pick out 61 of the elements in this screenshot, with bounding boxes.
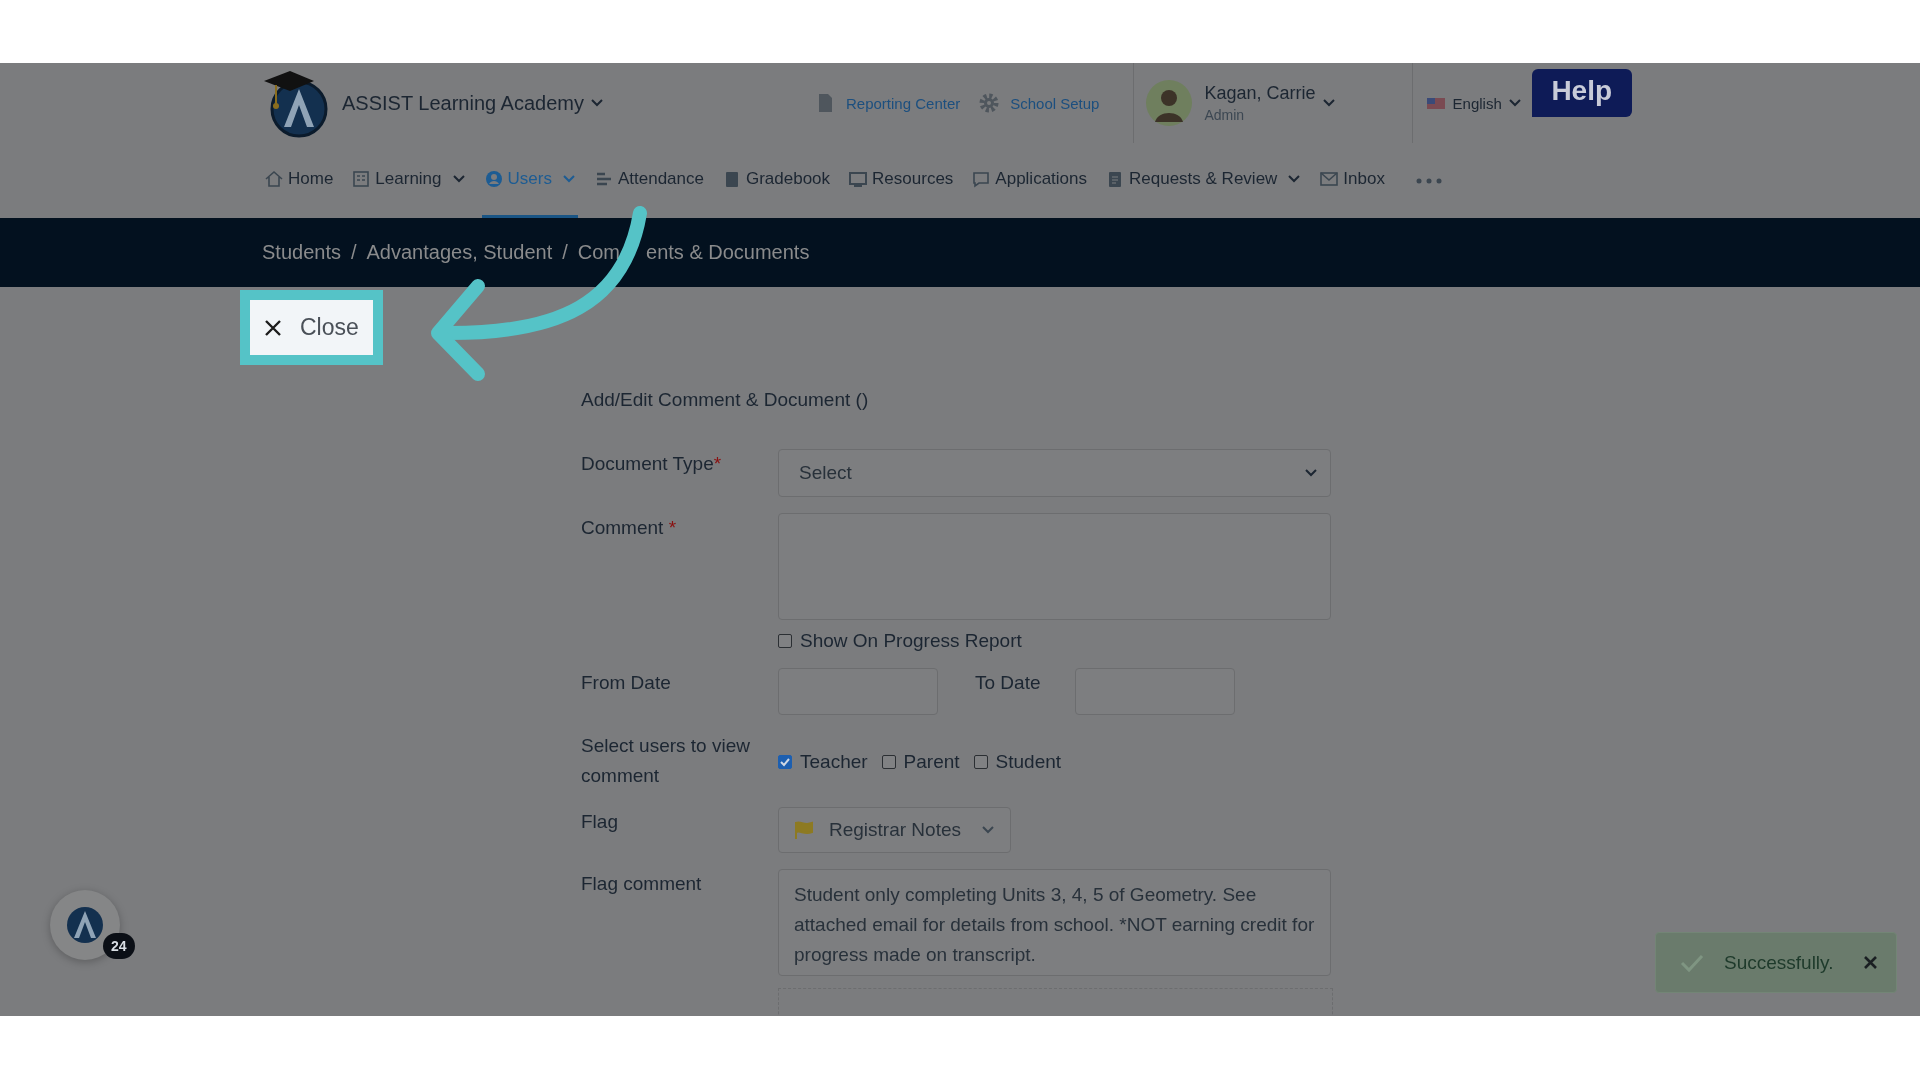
grid-icon — [351, 169, 372, 189]
close-icon[interactable] — [1863, 955, 1878, 970]
field-label: Comment * — [581, 516, 678, 540]
chat-icon — [971, 169, 992, 189]
help-button[interactable]: Help — [1531, 69, 1632, 117]
checkbox[interactable] — [973, 755, 988, 769]
nav-tab[interactable]: Attendance — [591, 143, 706, 218]
nav-tab[interactable]: Resources — [846, 143, 956, 218]
field-label: Select users to view comment — [581, 734, 751, 788]
document-type-select[interactable]: Select — [778, 449, 1331, 497]
nav-tab[interactable]: Requests & Review — [1103, 143, 1304, 218]
nav-tab[interactable]: Inbox — [1317, 143, 1387, 218]
caret-icon — [981, 825, 995, 835]
more-icon[interactable] — [1414, 176, 1443, 185]
checkbox[interactable] — [881, 755, 896, 769]
reporting-center-link[interactable]: Reporting Center — [846, 94, 961, 112]
toast-message: Successfully. — [1724, 951, 1834, 974]
close-icon — [264, 318, 282, 337]
close-button[interactable]: Close — [250, 300, 373, 355]
caret-icon[interactable] — [1321, 98, 1336, 108]
language-selector[interactable]: English — [1452, 94, 1502, 112]
field-label: Flag — [581, 810, 619, 834]
logo-icon — [65, 905, 105, 945]
form-title: Add/Edit Comment & Document () — [581, 389, 870, 411]
field-label: To Date — [974, 671, 1042, 695]
home-icon — [264, 169, 284, 189]
checkbox[interactable] — [778, 755, 792, 769]
checkbox-label: Parent — [903, 751, 960, 773]
field-label: From Date — [581, 671, 672, 695]
breadcrumb-separator: / — [350, 241, 357, 264]
flag-icon — [793, 820, 815, 840]
flag-dropdown[interactable]: Registrar Notes — [778, 807, 1011, 853]
breadcrumb-link[interactable]: Advantages, Student — [366, 241, 553, 264]
caret-icon — [1304, 468, 1318, 478]
school-setup-link[interactable]: School Setup — [1010, 94, 1100, 112]
breadcrumb-text: Com — [577, 241, 620, 264]
user-icon — [483, 169, 504, 189]
checkbox-label: Show On Progress Report — [800, 630, 1022, 652]
envelope-icon — [1319, 169, 1340, 189]
nav-tab[interactable]: Applications — [969, 143, 1089, 218]
flag-comment-field[interactable]: Student only completing Units 3, 4, 5 of Geometry. See attached email for details from school. *NOT earning credit for progress made on transcript. — [778, 869, 1331, 976]
caret-icon[interactable] — [590, 98, 604, 108]
checkbox-label: Teacher — [800, 751, 868, 773]
monitor-icon — [848, 169, 869, 189]
checkbox[interactable] — [778, 634, 792, 648]
avatar-icon[interactable] — [1146, 80, 1193, 126]
user-role: Admin — [1204, 107, 1246, 123]
caret-icon[interactable] — [1507, 98, 1522, 108]
breadcrumb-text: ents & Documents — [646, 241, 810, 264]
nav-tab[interactable]: Learning — [349, 143, 468, 218]
field-label: Flag comment — [581, 872, 703, 896]
breadcrumb-separator: / — [562, 241, 568, 264]
school-name: ASSIST Learning Academy — [342, 91, 584, 115]
field-label: Document Type* — [581, 452, 723, 476]
nav-tab[interactable]: Gradebook — [719, 143, 833, 218]
check-icon — [1680, 952, 1704, 973]
count-badge: 24 — [103, 933, 135, 959]
user-name[interactable]: Kagan, Carrie — [1204, 83, 1316, 104]
breadcrumb-link[interactable]: Students — [262, 241, 341, 264]
nav-tab[interactable]: Home — [262, 143, 336, 218]
checkbox-label: Student — [995, 751, 1062, 773]
